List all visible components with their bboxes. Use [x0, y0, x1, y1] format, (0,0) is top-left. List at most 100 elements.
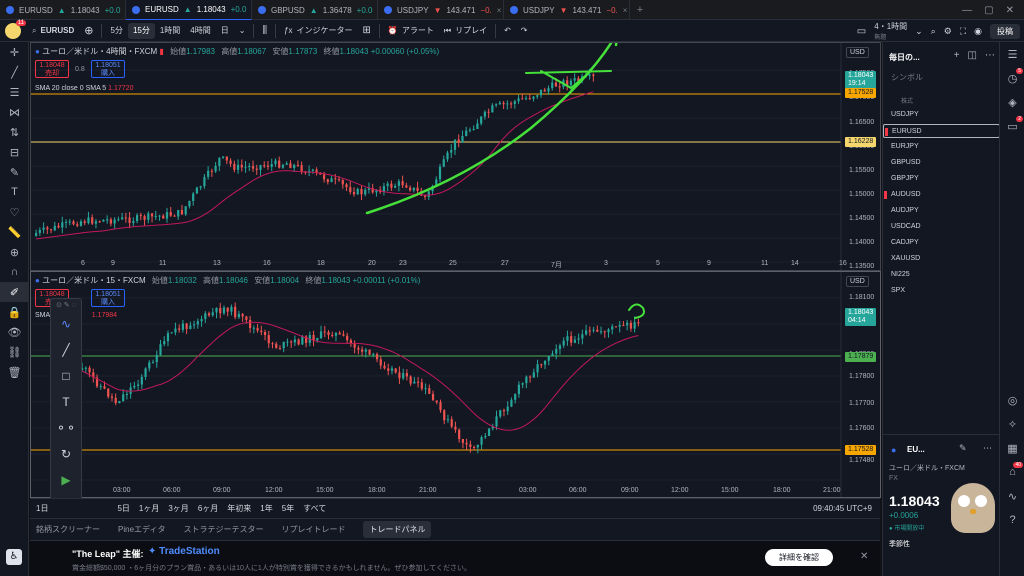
- projection-icon[interactable]: ⇅: [0, 122, 29, 142]
- sell-button[interactable]: 1.18048売却: [35, 60, 69, 78]
- range-5y[interactable]: 5年: [282, 503, 294, 514]
- avatar[interactable]: 11: [5, 19, 26, 39]
- symbol-search[interactable]: ⌕ EURUSD: [27, 20, 79, 42]
- layout-icon[interactable]: ◫: [968, 50, 977, 61]
- upper-chart-pane[interactable]: ● ユーロ／米ドル・4時間・FXCM ▮ 始値1.17983 高値1.18067…: [30, 42, 881, 271]
- ruler-icon[interactable]: 📏: [0, 222, 29, 242]
- tab-4[interactable]: USDJPY ▼ 143.471 −0. ×: [504, 0, 630, 20]
- cycle-icon[interactable]: ↻: [51, 441, 81, 467]
- watchlist-item-gbpjpy[interactable]: GBPJPY: [883, 172, 1000, 186]
- bulb-icon[interactable]: ✧: [1000, 412, 1024, 436]
- range-6m[interactable]: 6ヶ月: [198, 503, 218, 514]
- watchlist-item-usdjpy[interactable]: USDJPY: [883, 108, 1000, 122]
- currency-selector[interactable]: USD: [846, 47, 869, 58]
- watchlist-item-xauusd[interactable]: XAUUSD: [883, 252, 1000, 266]
- link-icon[interactable]: ⛓: [0, 342, 29, 362]
- watchlist-item-eurusd[interactable]: EURUSD: [883, 124, 1000, 138]
- tab-1[interactable]: EURUSD▲1.18043+0.0×: [126, 0, 252, 20]
- target-icon[interactable]: ◎: [1000, 388, 1024, 412]
- interval-15m[interactable]: 15分: [127, 22, 155, 39]
- calendar-icon[interactable]: ▦: [1000, 436, 1024, 460]
- alert-button[interactable]: ⏰ アラート: [383, 20, 439, 42]
- watchlist-item-ni225[interactable]: NI225: [883, 268, 1000, 282]
- search-icon[interactable]: ⌕: [931, 26, 936, 37]
- indicators-button[interactable]: ƒx インジケーター: [279, 20, 357, 42]
- interval-4h[interactable]: 4時間: [185, 20, 215, 42]
- watchlist-item-audusd[interactable]: AUDUSD: [883, 188, 1000, 202]
- play-icon[interactable]: ▶: [51, 467, 81, 493]
- help-icon[interactable]: ♿: [6, 549, 22, 565]
- minimize-icon[interactable]: —: [962, 5, 972, 16]
- line-icon[interactable]: ╱: [51, 337, 81, 363]
- post-button[interactable]: 投稿: [990, 23, 1020, 39]
- templates-icon[interactable]: ⊞: [358, 20, 376, 42]
- lock-icon[interactable]: 🔒: [0, 302, 29, 322]
- interval-5m[interactable]: 5分: [105, 20, 127, 42]
- eye-icon[interactable]: 👁: [0, 322, 29, 342]
- range-1d[interactable]: 1日: [36, 503, 48, 514]
- more-icon[interactable]: ⋯: [985, 50, 995, 61]
- brush-icon[interactable]: ✎: [0, 162, 29, 182]
- tab-3[interactable]: USDJPY ▼ 143.471 −0. ×: [378, 0, 504, 20]
- panel-handle-icon[interactable]: ⊙ ✎ ◌: [51, 299, 81, 311]
- camera-icon[interactable]: ◉: [974, 26, 982, 37]
- new-tab-icon[interactable]: +: [630, 0, 650, 19]
- zoom-icon[interactable]: ⊕: [0, 242, 29, 262]
- close-icon[interactable]: ×: [497, 6, 502, 15]
- lower-chart-canvas[interactable]: [31, 272, 881, 498]
- range-3m[interactable]: 3ヶ月: [168, 503, 188, 514]
- close-icon[interactable]: ×: [623, 6, 628, 15]
- watchlist-icon[interactable]: ☰: [1000, 42, 1024, 66]
- watchlist-item-eurjpy[interactable]: EURJPY: [883, 140, 1000, 154]
- tab-0[interactable]: EURUSD▲1.18043+0.0×: [0, 0, 126, 20]
- range-all[interactable]: すべて: [303, 503, 326, 514]
- tab-screener[interactable]: 銘柄スクリーナー: [36, 524, 100, 535]
- upper-chart-canvas[interactable]: [31, 43, 881, 271]
- bell-icon[interactable]: ⌂ 40: [1000, 460, 1024, 484]
- watchlist-item-cadjpy[interactable]: CADJPY: [883, 236, 1000, 250]
- range-1y[interactable]: 1年: [260, 503, 272, 514]
- layout-icon[interactable]: ▭: [857, 26, 866, 37]
- watchlist-item-gbpusd[interactable]: GBPUSD: [883, 156, 1000, 170]
- replay-button[interactable]: ⏮ リプレイ: [439, 20, 492, 42]
- chat-icon[interactable]: ▭ 2: [1000, 114, 1024, 138]
- undo-icon[interactable]: ↶: [499, 20, 516, 42]
- pattern-icon[interactable]: ⋈: [0, 102, 29, 122]
- measure-icon[interactable]: ⊟: [0, 142, 29, 162]
- layout-selector[interactable]: 4・1時間 無題: [874, 21, 907, 41]
- promo-details-button[interactable]: 詳細を確認: [765, 549, 833, 566]
- clock-icon[interactable]: ◷ 5: [1000, 66, 1024, 90]
- watchlist-item-usdcad[interactable]: USDCAD: [883, 220, 1000, 234]
- layers-icon[interactable]: ◈: [1000, 90, 1024, 114]
- close-icon[interactable]: ✕: [860, 551, 868, 562]
- watchlist-item-spx[interactable]: SPX: [883, 284, 1000, 298]
- interval-1h[interactable]: 1時間: [155, 20, 185, 42]
- pencil-icon[interactable]: ✐: [0, 282, 29, 302]
- close-window-icon[interactable]: ✕: [1006, 5, 1014, 16]
- range-1m[interactable]: 1ヶ月: [139, 503, 159, 514]
- watchlist-title[interactable]: 毎日の...: [889, 52, 920, 63]
- path-icon[interactable]: ⚬⚬: [51, 415, 81, 441]
- pulse-icon[interactable]: ∿: [1000, 484, 1024, 508]
- currency-selector[interactable]: USD: [846, 276, 869, 287]
- trend-line-icon[interactable]: ╱: [0, 62, 29, 82]
- add-icon[interactable]: +: [954, 50, 960, 61]
- fullscreen-icon[interactable]: ⛶: [960, 26, 966, 37]
- buy-button[interactable]: 1.18051 購入: [91, 289, 125, 307]
- text-icon[interactable]: T: [51, 389, 81, 415]
- curve-icon[interactable]: ∿: [51, 311, 81, 337]
- candles-icon[interactable]: ⫼: [257, 20, 272, 42]
- watchlist-item-audjpy[interactable]: AUDJPY: [883, 204, 1000, 218]
- tab-2[interactable]: GBPUSD▲1.36478+0.0×: [252, 0, 378, 20]
- heart-icon[interactable]: ♡: [0, 202, 29, 222]
- lower-chart-pane[interactable]: ● ユーロ／米ドル・15・FXCM 始値1.18032 高値1.18046 安値…: [30, 271, 881, 498]
- add-symbol-icon[interactable]: ⊕: [79, 20, 98, 42]
- clock[interactable]: 09:40:45 UTC+9: [813, 504, 880, 513]
- text-icon[interactable]: T: [0, 182, 29, 202]
- chevron-down-icon[interactable]: ⌄: [234, 20, 251, 42]
- rectangle-icon[interactable]: □: [51, 363, 81, 389]
- more-icon[interactable]: ⋯: [983, 443, 992, 454]
- crosshair-icon[interactable]: ✛: [0, 42, 29, 62]
- buy-button[interactable]: 1.18051 購入: [91, 60, 125, 78]
- detail-symbol[interactable]: EU...: [907, 445, 925, 454]
